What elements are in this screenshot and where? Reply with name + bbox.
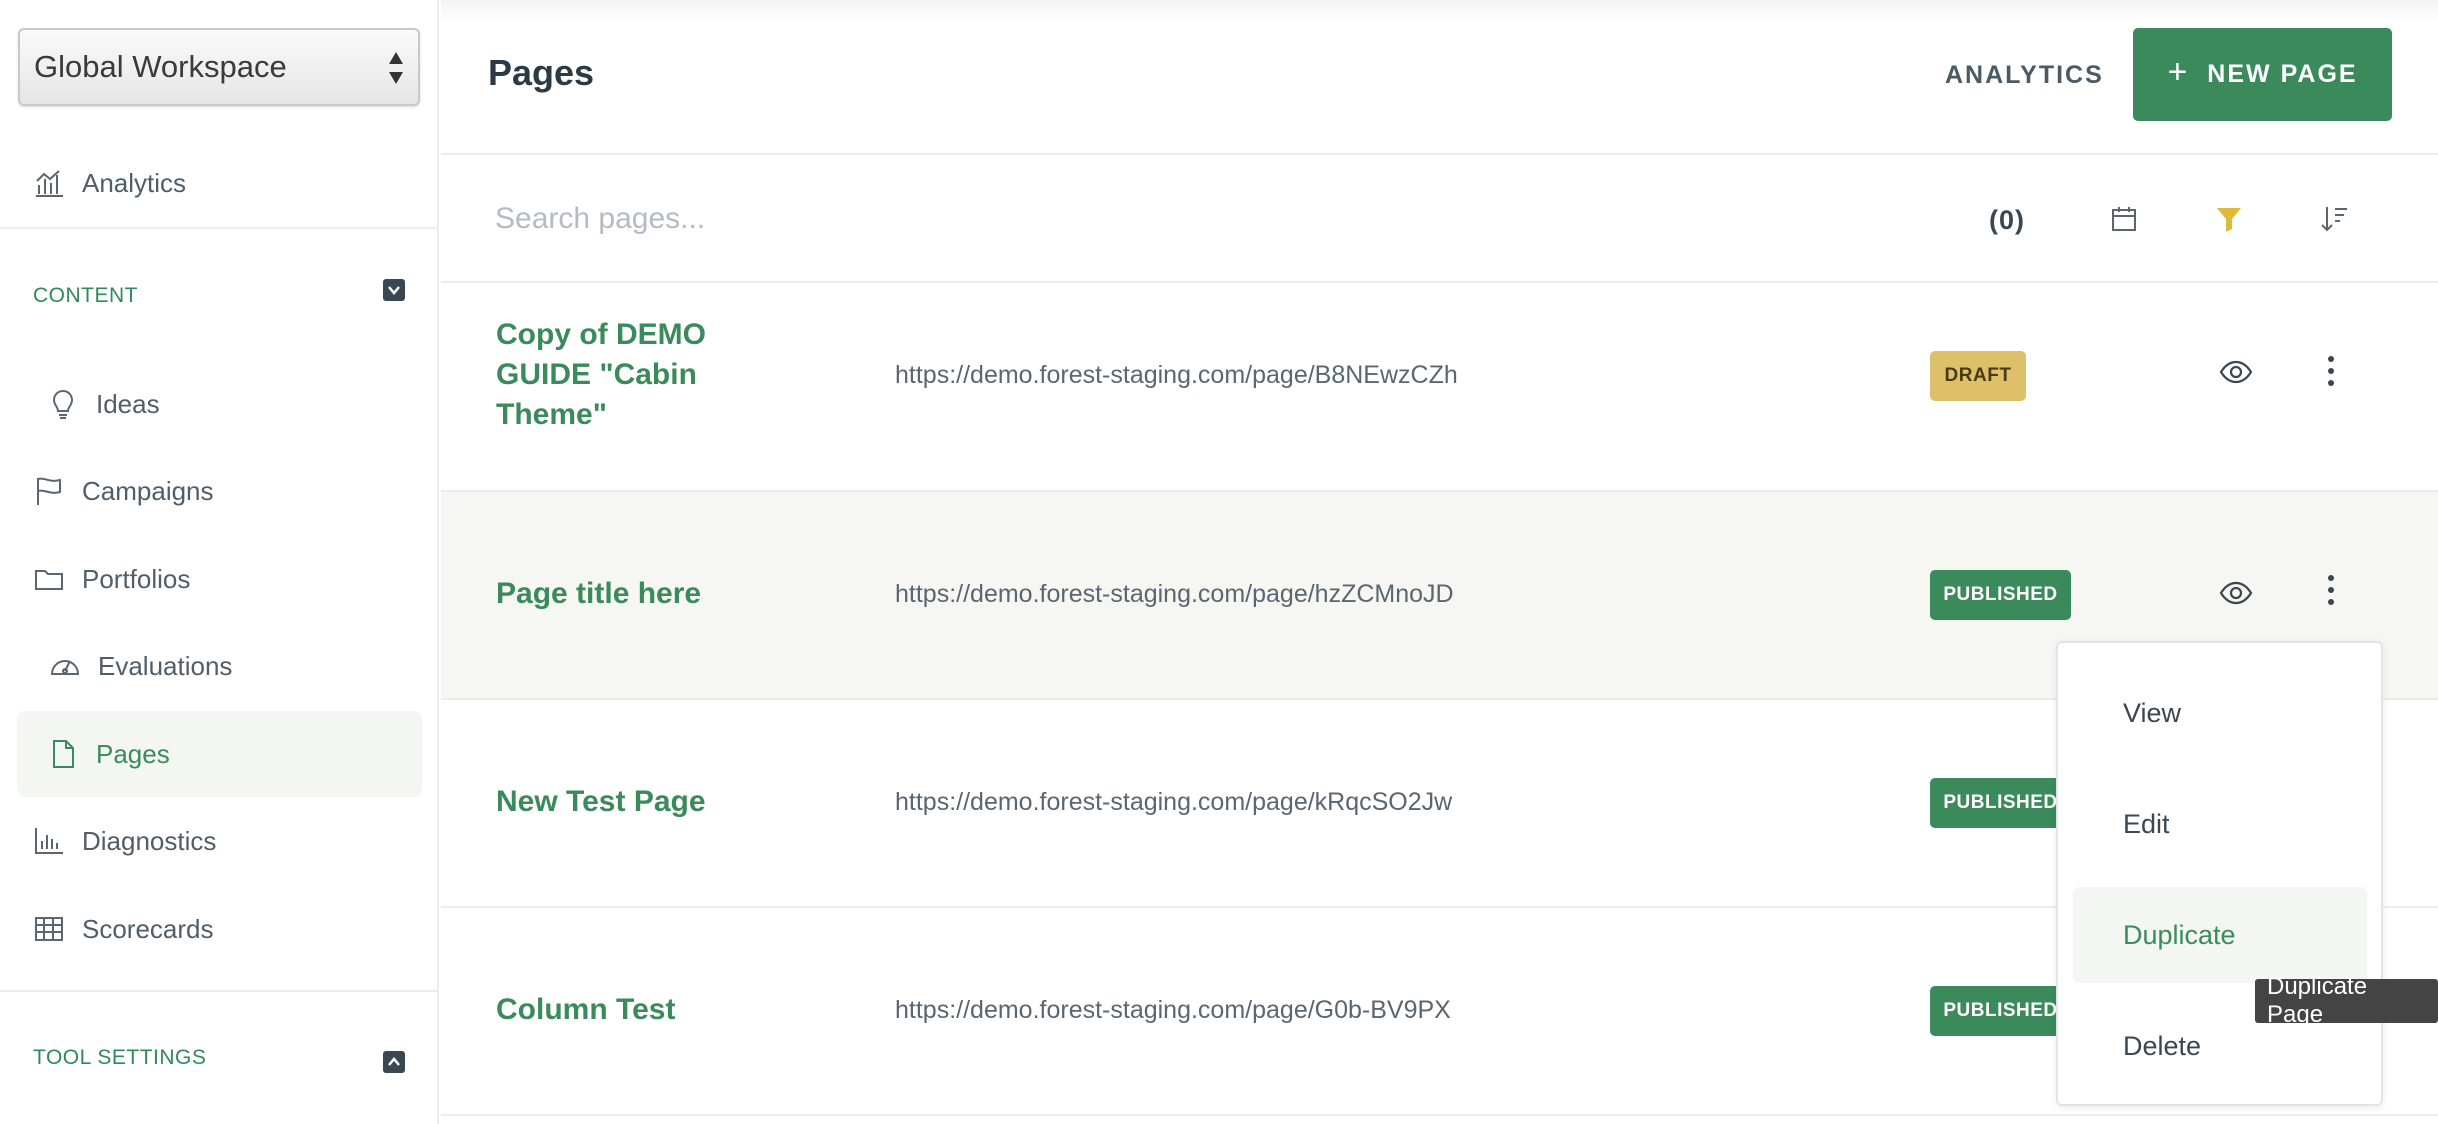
analytics-chart-icon [32, 166, 66, 200]
filter-icon[interactable] [2209, 199, 2249, 239]
collapse-content-toggle[interactable] [383, 279, 405, 301]
expand-tool-settings-toggle[interactable] [383, 1051, 405, 1073]
document-icon [46, 737, 80, 771]
status-badge: PUBLISHED [1930, 778, 2071, 828]
workspace-select-value: Global Workspace [34, 49, 287, 84]
bar-chart-icon [32, 824, 66, 858]
eye-icon[interactable] [2219, 576, 2253, 610]
page-url: https://demo.forest-staging.com/page/hzZ… [895, 580, 1454, 608]
sidebar-item-label: Campaigns [82, 475, 214, 506]
results-count: (0) [1989, 205, 2025, 235]
page-url: https://demo.forest-staging.com/page/B8N… [895, 361, 1458, 389]
sidebar-item-label: Analytics [82, 167, 187, 198]
page-url: https://demo.forest-staging.com/page/kRq… [895, 788, 1453, 816]
sidebar-item-label: Diagnostics [82, 825, 217, 856]
sidebar-item-pages[interactable]: Pages [17, 711, 422, 797]
status-badge: PUBLISHED [1930, 570, 2071, 620]
sidebar-item-label: Portfolios [82, 563, 191, 594]
sort-icon[interactable] [2314, 199, 2354, 239]
duplicate-tooltip: Duplicate Page [2255, 973, 2438, 1028]
gauge-icon [48, 649, 82, 683]
new-page-button-label: NEW PAGE [2207, 60, 2358, 88]
page-title-link[interactable]: Column Test [496, 990, 675, 1030]
new-page-button[interactable]: + NEW PAGE [2133, 28, 2392, 121]
menu-item-view[interactable]: View [2073, 665, 2367, 761]
section-header-tool-settings: TOOL SETTINGS [33, 1046, 207, 1069]
status-badge: PUBLISHED [1930, 986, 2071, 1036]
sidebar-item-label: Scorecards [82, 913, 214, 944]
page-title-link[interactable]: New Test Page [496, 782, 706, 822]
page-title: Pages [488, 52, 595, 93]
chevron-down-icon [388, 286, 400, 295]
page-title-link[interactable]: Copy of DEMO GUIDE "Cabin Theme" [496, 315, 706, 435]
sidebar-divider [0, 227, 439, 229]
table-row[interactable]: Copy of DEMO GUIDE "Cabin Theme" https:/… [441, 285, 2438, 492]
search-toolbar: (0) [441, 157, 2438, 283]
sidebar-item-portfolios[interactable]: Portfolios [0, 536, 439, 622]
sidebar-item-ideas[interactable]: Ideas [0, 361, 439, 447]
chevron-up-icon [388, 1057, 400, 1066]
flag-icon [32, 474, 66, 508]
analytics-link[interactable]: ANALYTICS [1945, 61, 2104, 90]
workspace-select[interactable]: Global Workspace [18, 28, 420, 106]
plus-icon: + [2167, 53, 2190, 91]
row-actions-menu: View Edit Duplicate Delete [2056, 641, 2383, 1106]
section-header-content: CONTENT [33, 284, 138, 307]
sidebar-item-scorecards[interactable]: Scorecards [0, 886, 439, 972]
select-arrows-icon [388, 50, 404, 86]
search-input[interactable] [495, 191, 1395, 247]
page-title-link[interactable]: Page title here [496, 574, 701, 614]
sidebar-item-analytics[interactable]: Analytics [0, 140, 439, 226]
folder-icon [32, 562, 66, 596]
status-badge: DRAFT [1930, 351, 2026, 401]
sidebar-item-campaigns[interactable]: Campaigns [0, 448, 439, 534]
sidebar-item-evaluations[interactable]: Evaluations [0, 623, 439, 709]
sidebar-item-label: Ideas [96, 388, 160, 419]
sidebar-item-diagnostics[interactable]: Diagnostics [0, 798, 439, 884]
sidebar-item-label: Evaluations [98, 650, 233, 681]
sidebar-divider [0, 990, 439, 992]
lightbulb-icon [46, 387, 80, 421]
more-vertical-icon[interactable] [2319, 351, 2343, 391]
more-vertical-icon[interactable] [2319, 570, 2343, 610]
page-header: Pages ANALYTICS + NEW PAGE [441, 0, 2438, 155]
sidebar-item-label: Pages [96, 738, 170, 769]
menu-item-duplicate[interactable]: Duplicate [2073, 887, 2367, 983]
table-icon [32, 912, 66, 946]
page-url: https://demo.forest-staging.com/page/G0b… [895, 996, 1451, 1024]
calendar-icon[interactable] [2104, 199, 2144, 239]
menu-item-edit[interactable]: Edit [2073, 776, 2367, 872]
sidebar: Global Workspace Analytics CONTENT Ideas… [0, 0, 439, 1124]
eye-icon[interactable] [2219, 355, 2253, 389]
